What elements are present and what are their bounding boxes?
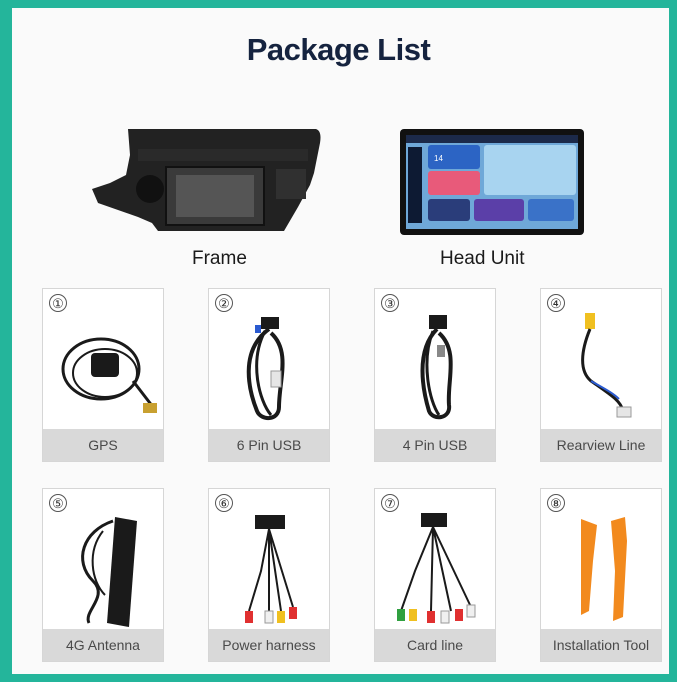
frame-image (92, 129, 321, 231)
item-card-6-pin-usb: ② 6 Pin USB (208, 288, 330, 462)
item-label: Rearview Line (541, 429, 661, 461)
card-line-icon (397, 513, 476, 624)
item-number: ⑦ (381, 494, 399, 512)
item-label: GPS (43, 429, 163, 461)
rearview-cable-icon (581, 313, 632, 418)
head-unit-time: 14 (434, 154, 443, 163)
item-number: ③ (381, 294, 399, 312)
usb-cable-icon (246, 317, 285, 420)
frame-label: Frame (192, 248, 247, 269)
item-number: ⑧ (547, 494, 565, 512)
page-title: Package List (246, 32, 431, 67)
item-card-power-harness: ⑥ Power harness (208, 488, 330, 662)
gps-antenna-icon (61, 337, 157, 413)
item-number: ② (215, 294, 233, 312)
package-list-page: Package List Frame 14 Head Unit ① GPS ② … (0, 0, 677, 682)
head-unit-image: 14 (400, 129, 584, 235)
usb-cable-icon (420, 315, 453, 420)
item-card-4-pin-usb: ③ 4 Pin USB (374, 288, 496, 462)
item-card-rearview-line: ④ Rearview Line (540, 288, 662, 462)
item-number: ④ (547, 294, 565, 312)
pry-tool-icon (581, 517, 627, 621)
item-card-4g-antenna: ⑤ 4G Antenna (42, 488, 164, 662)
item-number: ⑤ (49, 494, 67, 512)
item-label: 4G Antenna (43, 629, 163, 661)
head-unit-label: Head Unit (440, 248, 525, 269)
item-card-installation-tool: ⑧ Installation Tool (540, 488, 662, 662)
item-label: Installation Tool (541, 629, 661, 661)
item-label: Card line (375, 629, 495, 661)
4g-antenna-icon (81, 517, 137, 627)
item-label: 4 Pin USB (375, 429, 495, 461)
item-card-card-line: ⑦ Card line (374, 488, 496, 662)
item-number: ① (49, 294, 67, 312)
item-card-gps: ① GPS (42, 288, 164, 462)
power-harness-icon (245, 515, 297, 624)
item-label: 6 Pin USB (209, 429, 329, 461)
item-label: Power harness (209, 629, 329, 661)
item-number: ⑥ (215, 494, 233, 512)
